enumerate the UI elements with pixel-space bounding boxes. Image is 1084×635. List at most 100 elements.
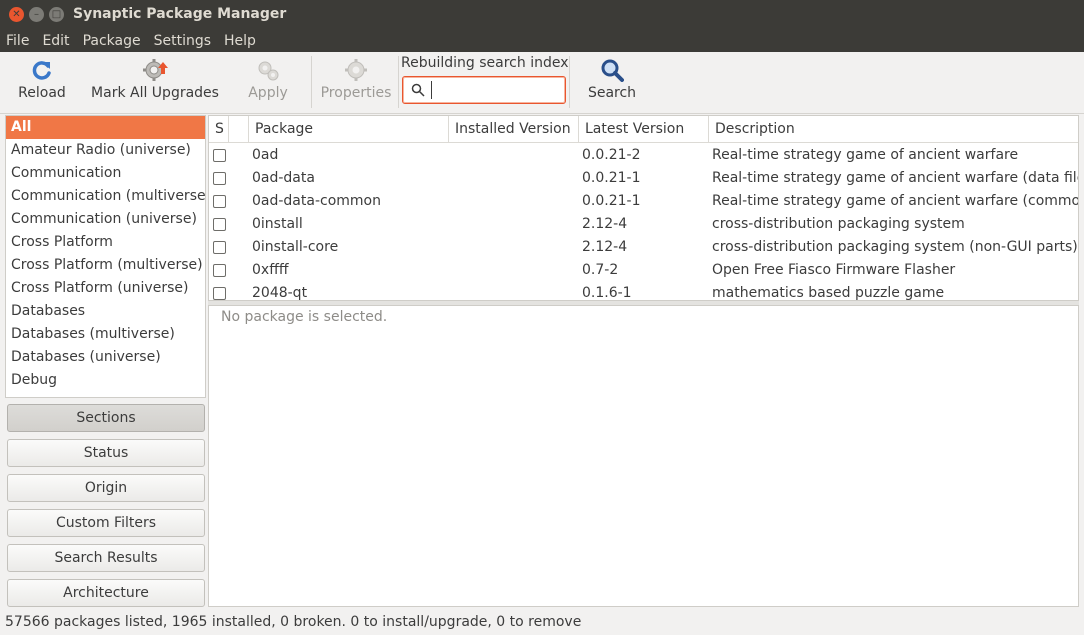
column-header-installed-version[interactable]: Installed Version	[449, 116, 579, 143]
section-item[interactable]: Communication (universe)	[6, 208, 205, 231]
origin-button[interactable]: Origin	[7, 474, 205, 502]
section-item[interactable]: Databases (universe)	[6, 346, 205, 369]
custom-filters-button[interactable]: Custom Filters	[7, 509, 205, 537]
toolbar-separator	[398, 56, 399, 108]
toolbar-separator	[569, 56, 570, 108]
apply-button[interactable]: Apply	[238, 52, 298, 112]
properties-button[interactable]: Properties	[316, 52, 396, 112]
properties-label: Properties	[320, 85, 392, 101]
package-name: 0ad	[252, 147, 279, 163]
table-row[interactable]: 0ad-data-common 0.0.21-1 Real-time strat…	[209, 190, 1078, 213]
latest-version: 0.1.6-1	[582, 285, 632, 301]
installed-version	[455, 259, 575, 282]
column-header-support[interactable]	[229, 116, 249, 143]
table-row[interactable]: 0install 2.12-4 cross-distribution packa…	[209, 213, 1078, 236]
reload-icon	[32, 61, 51, 80]
menu-settings[interactable]: Settings	[148, 33, 218, 49]
latest-version: 0.0.21-1	[582, 170, 641, 186]
package-checkbox[interactable]	[213, 218, 226, 231]
column-header-latest-version[interactable]: Latest Version	[579, 116, 709, 143]
latest-version: 2.12-4	[582, 239, 628, 255]
section-item[interactable]: Cross Platform	[6, 231, 205, 254]
reload-label: Reload	[18, 85, 66, 101]
package-name: 0install	[252, 216, 303, 232]
toolbar: Reload Mark All Upgrades Apply Propertie…	[0, 52, 1084, 114]
section-item[interactable]: Databases	[6, 300, 205, 323]
package-checkbox[interactable]	[213, 287, 226, 300]
maximize-icon: □	[51, 8, 62, 20]
search-label: Search	[587, 85, 637, 101]
section-item[interactable]: Cross Platform (universe)	[6, 277, 205, 300]
menu-help[interactable]: Help	[218, 33, 263, 49]
section-item[interactable]: Cross Platform (multiverse)	[6, 254, 205, 277]
package-description: Real-time strategy game of ancient warfa…	[712, 193, 1079, 209]
latest-version: 0.0.21-2	[582, 147, 641, 163]
mark-all-upgrades-button[interactable]: Mark All Upgrades	[88, 52, 222, 112]
search-results-button[interactable]: Search Results	[7, 544, 205, 572]
toolbar-separator	[311, 56, 312, 108]
no-selection-message: No package is selected.	[221, 309, 388, 325]
package-checkbox[interactable]	[213, 264, 226, 277]
section-item[interactable]: Databases (multiverse)	[6, 323, 205, 346]
latest-version: 0.0.21-1	[582, 193, 641, 209]
maximize-window-button[interactable]: □	[49, 7, 64, 22]
architecture-button[interactable]: Architecture	[7, 579, 205, 607]
properties-gear-icon	[345, 59, 367, 81]
package-checkbox[interactable]	[213, 241, 226, 254]
package-description: cross-distribution packaging system (non…	[712, 239, 1078, 255]
table-header: S Package Installed Version Latest Versi…	[209, 116, 1078, 143]
column-header-description[interactable]: Description	[709, 116, 1078, 143]
package-checkbox[interactable]	[213, 149, 226, 162]
package-name: 2048-qt	[252, 285, 308, 301]
package-checkbox[interactable]	[213, 172, 226, 185]
section-item-all[interactable]: All	[6, 116, 205, 139]
package-name: 0xffff	[252, 262, 289, 278]
column-header-status[interactable]: S	[209, 116, 229, 143]
package-name: 0ad-data-common	[252, 193, 381, 209]
section-item[interactable]: Debug	[6, 369, 205, 392]
minimize-icon: –	[34, 8, 39, 20]
status-bar: 57566 packages listed, 1965 installed, 0…	[5, 614, 582, 630]
package-description: cross-distribution packaging system	[712, 216, 965, 232]
installed-version	[455, 213, 575, 236]
package-details-pane: No package is selected.	[208, 305, 1079, 607]
search-button[interactable]: Search	[582, 52, 642, 112]
package-description: mathematics based puzzle game	[712, 285, 945, 301]
menu-file[interactable]: File	[0, 33, 36, 49]
installed-version	[455, 144, 575, 167]
upgrade-gear-icon	[143, 59, 168, 81]
menu-bar: File Edit Package Settings Help	[0, 30, 1084, 52]
table-row[interactable]: 0ad 0.0.21-2 Real-time strategy game of …	[209, 144, 1078, 167]
package-table: S Package Installed Version Latest Versi…	[208, 115, 1079, 301]
section-list[interactable]: All Amateur Radio (universe) Communicati…	[5, 115, 206, 398]
package-description: Open Free Fiasco Firmware Flasher	[712, 262, 956, 278]
package-checkbox[interactable]	[213, 195, 226, 208]
table-row[interactable]: 0ad-data 0.0.21-1 Real-time strategy gam…	[209, 167, 1078, 190]
package-name: 0install-core	[252, 239, 339, 255]
section-item[interactable]: Communication	[6, 162, 205, 185]
package-description: Real-time strategy game of ancient warfa…	[712, 170, 1079, 186]
table-row[interactable]: 0xffff 0.7-2 Open Free Fiasco Firmware F…	[209, 259, 1078, 282]
latest-version: 2.12-4	[582, 216, 628, 232]
apply-gears-icon	[258, 61, 279, 81]
status-button[interactable]: Status	[7, 439, 205, 467]
reload-button[interactable]: Reload	[12, 52, 72, 112]
table-row[interactable]: 0install-core 2.12-4 cross-distribution …	[209, 236, 1078, 259]
minimize-window-button[interactable]: –	[29, 7, 44, 22]
package-description: Real-time strategy game of ancient warfa…	[712, 147, 1019, 163]
sections-button[interactable]: Sections	[7, 404, 205, 432]
installed-version	[455, 282, 575, 300]
close-window-button[interactable]: ✕	[9, 7, 24, 22]
window-title: Synaptic Package Manager	[73, 6, 287, 22]
search-caption: Rebuilding search index	[401, 55, 569, 71]
menu-package[interactable]: Package	[77, 33, 148, 49]
magnifier-icon	[601, 59, 624, 82]
table-row[interactable]: 2048-qt 0.1.6-1 mathematics based puzzle…	[209, 282, 1078, 301]
column-header-package[interactable]: Package	[249, 116, 449, 143]
quick-filter-input[interactable]	[431, 81, 559, 99]
mark-all-upgrades-label: Mark All Upgrades	[91, 85, 219, 101]
section-item[interactable]: Communication (multiverse)	[6, 185, 205, 208]
menu-edit[interactable]: Edit	[36, 33, 76, 49]
quick-filter-box[interactable]	[402, 76, 566, 104]
section-item[interactable]: Amateur Radio (universe)	[6, 139, 205, 162]
